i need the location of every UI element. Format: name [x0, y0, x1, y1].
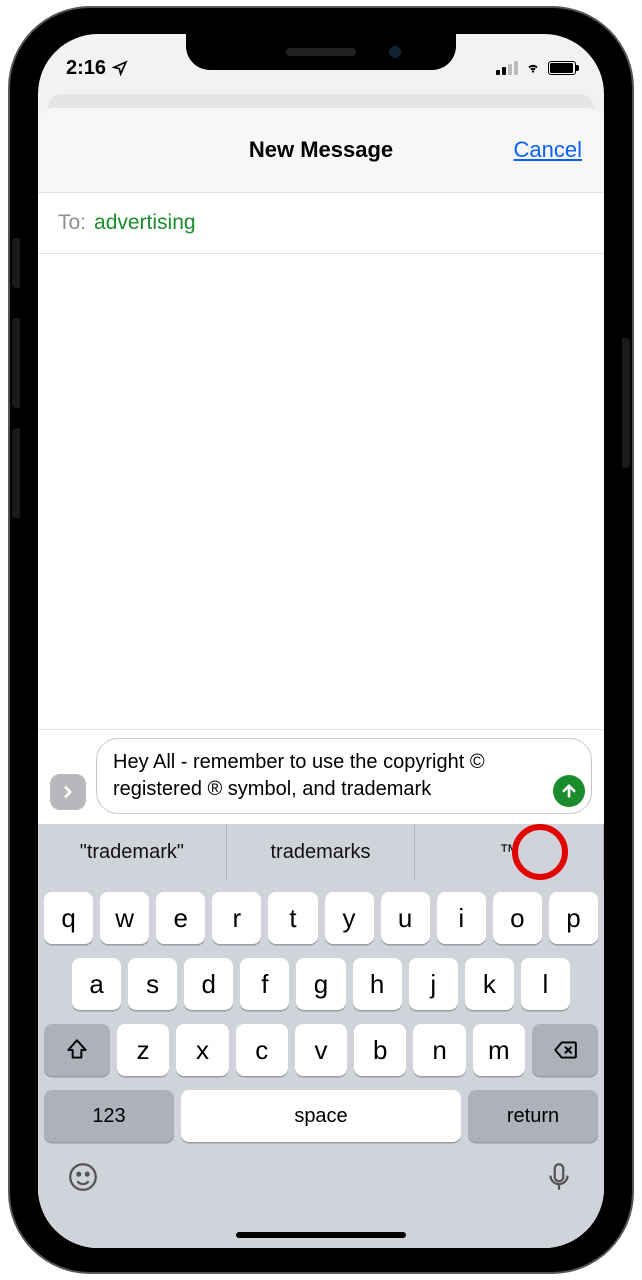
- message-input[interactable]: Hey All - remember to use the copyright …: [96, 738, 592, 814]
- message-thread-area: [38, 254, 604, 730]
- key-u[interactable]: u: [381, 892, 430, 944]
- key-k[interactable]: k: [465, 958, 514, 1010]
- key-a[interactable]: a: [72, 958, 121, 1010]
- key-f[interactable]: f: [240, 958, 289, 1010]
- to-label: To:: [58, 211, 86, 235]
- key-l[interactable]: l: [521, 958, 570, 1010]
- key-row-4: 123 space return: [44, 1090, 598, 1142]
- phone-frame: 2:16 New Message Cancel To: advertising: [10, 8, 632, 1272]
- key-q[interactable]: q: [44, 892, 93, 944]
- key-v[interactable]: v: [295, 1024, 347, 1076]
- expand-apps-button[interactable]: [50, 774, 86, 810]
- shift-key[interactable]: [44, 1024, 110, 1076]
- suggestion-2[interactable]: trademarks: [227, 824, 416, 880]
- key-s[interactable]: s: [128, 958, 177, 1010]
- message-text: Hey All - remember to use the copyright …: [113, 751, 485, 800]
- suggestion-bar: "trademark" trademarks ™: [38, 824, 604, 880]
- key-j[interactable]: j: [409, 958, 458, 1010]
- volume-up-button: [12, 318, 20, 408]
- key-x[interactable]: x: [176, 1024, 228, 1076]
- key-h[interactable]: h: [353, 958, 402, 1010]
- nav-bar: New Message Cancel: [38, 108, 604, 192]
- suggestion-1[interactable]: "trademark": [38, 824, 227, 880]
- screen: 2:16 New Message Cancel To: advertising: [38, 34, 604, 1248]
- key-i[interactable]: i: [437, 892, 486, 944]
- key-o[interactable]: o: [493, 892, 542, 944]
- battery-icon: [548, 61, 576, 75]
- side-button: [12, 238, 20, 288]
- space-key[interactable]: space: [181, 1090, 461, 1142]
- to-value: advertising: [94, 211, 196, 235]
- shift-icon: [64, 1037, 90, 1063]
- key-t[interactable]: t: [268, 892, 317, 944]
- power-button: [622, 338, 630, 468]
- chevron-right-icon: [59, 783, 77, 801]
- emoji-icon[interactable]: [66, 1160, 100, 1194]
- to-field[interactable]: To: advertising: [38, 192, 604, 254]
- key-r[interactable]: r: [212, 892, 261, 944]
- key-y[interactable]: y: [325, 892, 374, 944]
- suggestion-3[interactable]: ™: [415, 824, 604, 880]
- key-m[interactable]: m: [473, 1024, 525, 1076]
- key-b[interactable]: b: [354, 1024, 406, 1076]
- key-p[interactable]: p: [549, 892, 598, 944]
- key-w[interactable]: w: [100, 892, 149, 944]
- key-c[interactable]: c: [236, 1024, 288, 1076]
- key-e[interactable]: e: [156, 892, 205, 944]
- key-row-1: q w e r t y u i o p: [44, 892, 598, 944]
- page-title: New Message: [249, 137, 393, 163]
- status-bar: 2:16: [38, 34, 604, 88]
- cancel-button[interactable]: Cancel: [514, 137, 582, 163]
- new-message-sheet: New Message Cancel To: advertising Hey A…: [38, 108, 604, 1248]
- key-row-3: z x c v b n m: [44, 1024, 598, 1076]
- return-key[interactable]: return: [468, 1090, 598, 1142]
- send-button[interactable]: [553, 775, 585, 807]
- dictation-icon[interactable]: [542, 1160, 576, 1194]
- key-g[interactable]: g: [296, 958, 345, 1010]
- key-rows: q w e r t y u i o p a s d: [38, 880, 604, 1150]
- wifi-icon: [524, 61, 542, 75]
- status-time: 2:16: [66, 57, 106, 80]
- volume-down-button: [12, 428, 20, 518]
- key-row-2: a s d f g h j k l: [44, 958, 598, 1010]
- compose-row: Hey All - remember to use the copyright …: [38, 730, 604, 824]
- arrow-up-icon: [560, 782, 578, 800]
- location-arrow-icon: [112, 60, 128, 76]
- keyboard: "trademark" trademarks ™ q w e r t y u i: [38, 824, 604, 1248]
- numeric-key[interactable]: 123: [44, 1090, 174, 1142]
- backspace-icon: [552, 1037, 578, 1063]
- cellular-signal-icon: [496, 61, 518, 75]
- key-n[interactable]: n: [413, 1024, 465, 1076]
- home-indicator[interactable]: [236, 1232, 406, 1238]
- backspace-key[interactable]: [532, 1024, 598, 1076]
- key-d[interactable]: d: [184, 958, 233, 1010]
- keyboard-bottom-row: [38, 1150, 604, 1194]
- key-z[interactable]: z: [117, 1024, 169, 1076]
